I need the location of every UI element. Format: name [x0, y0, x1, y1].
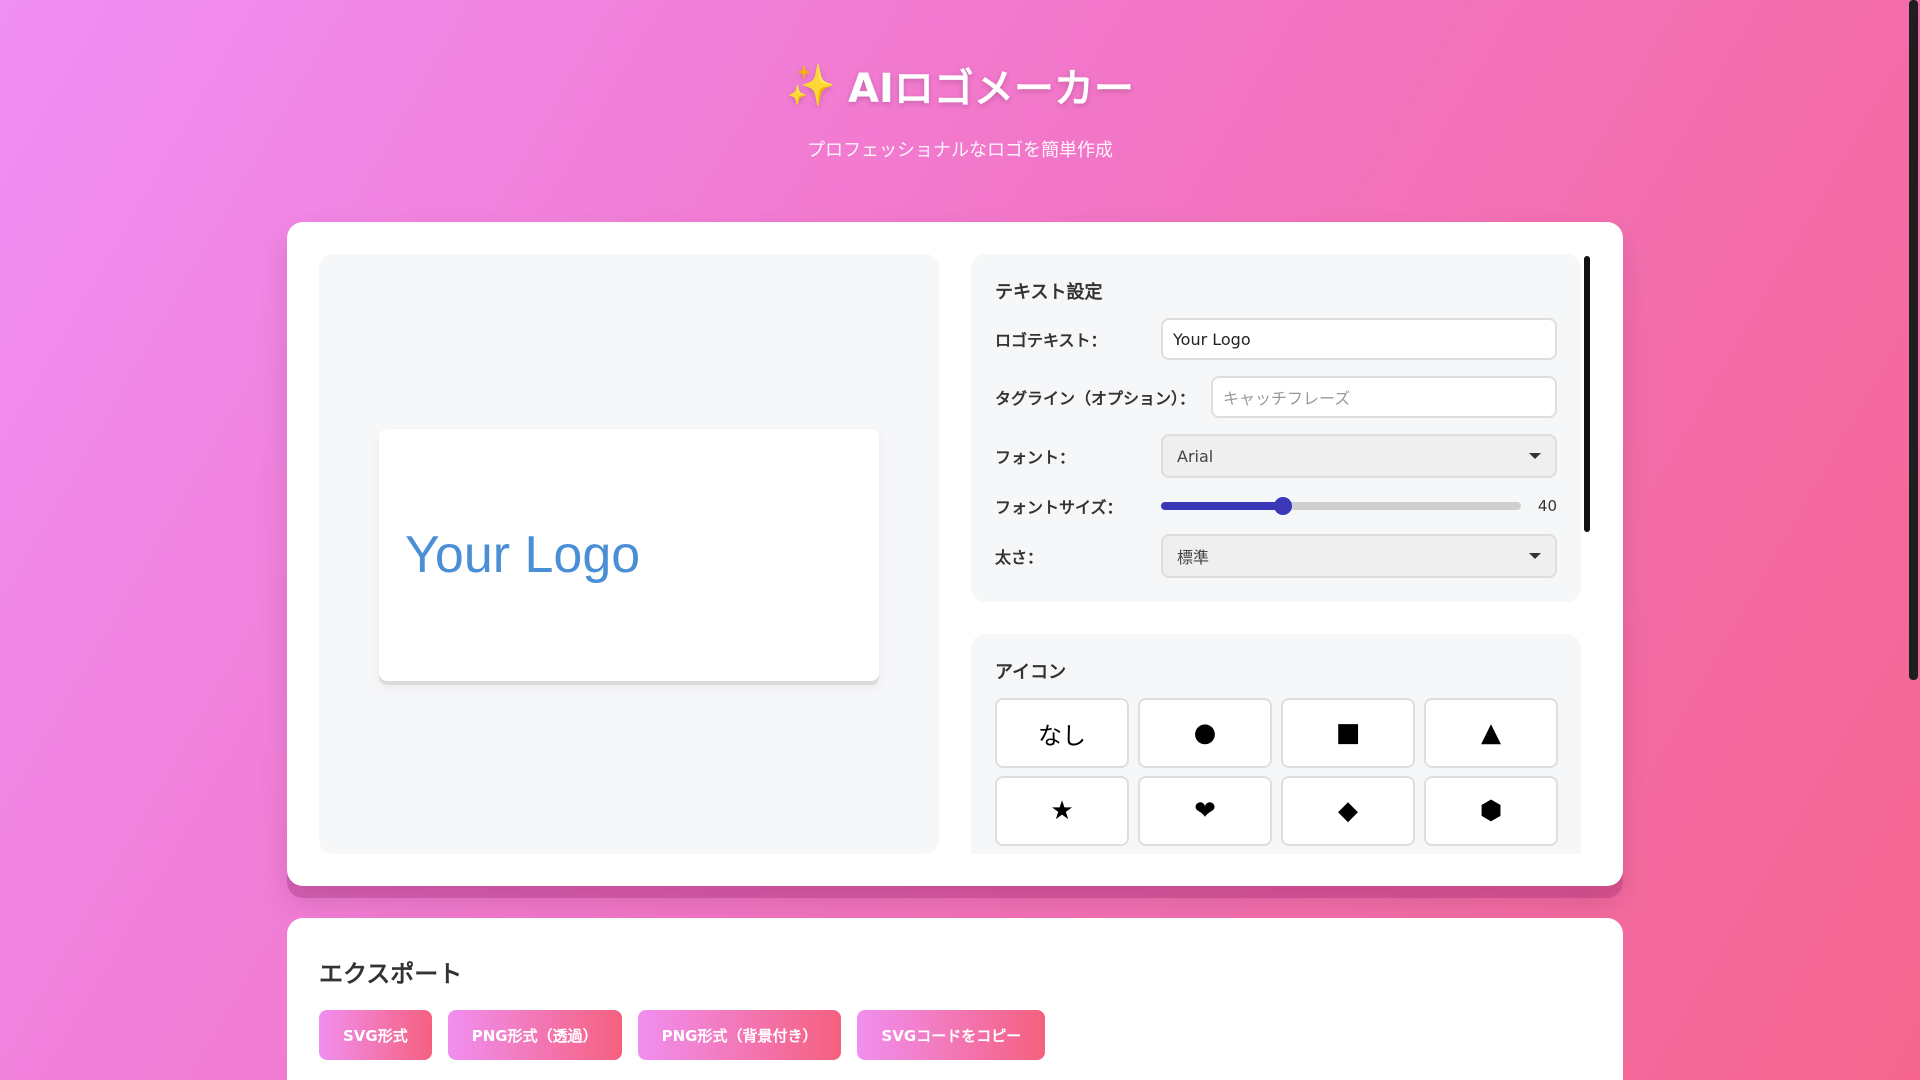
icon-option-none[interactable]: なし — [995, 698, 1129, 768]
export-card: エクスポート SVG形式 PNG形式（透過） PNG形式（背景付き） SVGコー… — [287, 918, 1623, 1080]
font-size-value: 40 — [1537, 497, 1557, 515]
weight-row: 太さ： 標準 — [995, 534, 1557, 578]
icon-grid: なし ● ■ ▲ ★ ❤ ◆ ⬢ — [995, 698, 1558, 846]
triangle-icon[interactable]: ▲ — [1424, 698, 1558, 768]
text-settings-title: テキスト設定 — [995, 282, 1103, 303]
window-scrollbar[interactable] — [1909, 0, 1918, 680]
preview-panel: Your Logo — [319, 254, 939, 854]
tagline-input[interactable]: キャッチフレーズ — [1211, 376, 1557, 418]
app-header: ✨ AIロゴメーカー プロフェッショナルなロゴを簡単作成 — [0, 0, 1920, 162]
export-png-transparent-button[interactable]: PNG形式（透過） — [447, 1010, 622, 1060]
icon-section-title: アイコン — [995, 662, 1067, 683]
settings-scrollbar[interactable] — [1584, 256, 1590, 532]
font-select[interactable]: Arial — [1161, 434, 1557, 478]
export-buttons: SVG形式 PNG形式（透過） PNG形式（背景付き） SVGコードをコピー — [319, 1010, 1046, 1060]
font-label: フォント： — [995, 448, 1076, 467]
chevron-down-icon — [1529, 453, 1541, 459]
slider-thumb[interactable] — [1274, 497, 1293, 515]
export-title: エクスポート — [319, 960, 463, 988]
font-size-slider[interactable] — [1161, 497, 1521, 515]
weight-select[interactable]: 標準 — [1161, 534, 1557, 578]
logo-text-input[interactable]: Your Logo — [1161, 318, 1557, 360]
font-select-value: Arial — [1177, 446, 1214, 466]
font-size-row: フォントサイズ： 40 — [995, 494, 1557, 518]
chevron-down-icon — [1529, 553, 1541, 559]
logo-canvas: Your Logo — [379, 429, 879, 681]
slider-fill — [1161, 502, 1284, 510]
logo-text-row: ロゴテキスト： Your Logo — [995, 318, 1557, 360]
logo-preview-text: Your Logo — [405, 526, 641, 584]
export-png-background-button[interactable]: PNG形式（背景付き） — [637, 1010, 842, 1060]
app-title: ✨ AIロゴメーカー — [786, 56, 1134, 114]
text-settings-section: テキスト設定 ロゴテキスト： Your Logo タグライン（オプション）： キ… — [971, 254, 1581, 602]
font-row: フォント： Arial — [995, 434, 1557, 478]
star-icon[interactable]: ★ — [995, 776, 1129, 846]
editor-card: Your Logo テキスト設定 ロゴテキスト： Your Logo タグライン… — [287, 222, 1623, 886]
tagline-row: タグライン（オプション）： キャッチフレーズ — [995, 376, 1557, 418]
diamond-icon[interactable]: ◆ — [1281, 776, 1415, 846]
logo-text-label: ロゴテキスト： — [995, 331, 1107, 350]
font-size-label: フォントサイズ： — [995, 498, 1123, 517]
export-svg-button[interactable]: SVG形式 — [319, 1010, 432, 1060]
hexagon-icon[interactable]: ⬢ — [1424, 776, 1558, 846]
page: ✨ AIロゴメーカー プロフェッショナルなロゴを簡単作成 Your Logo テ… — [0, 0, 1920, 1080]
font-size-slider-wrap: 40 — [1161, 497, 1557, 515]
weight-select-value: 標準 — [1177, 548, 1210, 567]
icon-section: アイコン なし ● ■ ▲ ★ ❤ ◆ ⬢ — [971, 634, 1581, 854]
settings-panel[interactable]: テキスト設定 ロゴテキスト： Your Logo タグライン（オプション）： キ… — [971, 254, 1591, 854]
heart-icon[interactable]: ❤ — [1138, 776, 1272, 846]
circle-icon[interactable]: ● — [1138, 698, 1272, 768]
copy-svg-code-button[interactable]: SVGコードをコピー — [857, 1010, 1046, 1060]
weight-label: 太さ： — [995, 548, 1044, 567]
sparkle-icon: ✨ — [786, 62, 836, 109]
app-title-text: AIロゴメーカー — [847, 66, 1134, 112]
square-icon[interactable]: ■ — [1281, 698, 1415, 768]
app-subtitle: プロフェッショナルなロゴを簡単作成 — [807, 140, 1113, 161]
tagline-label: タグライン（オプション）： — [995, 389, 1196, 408]
